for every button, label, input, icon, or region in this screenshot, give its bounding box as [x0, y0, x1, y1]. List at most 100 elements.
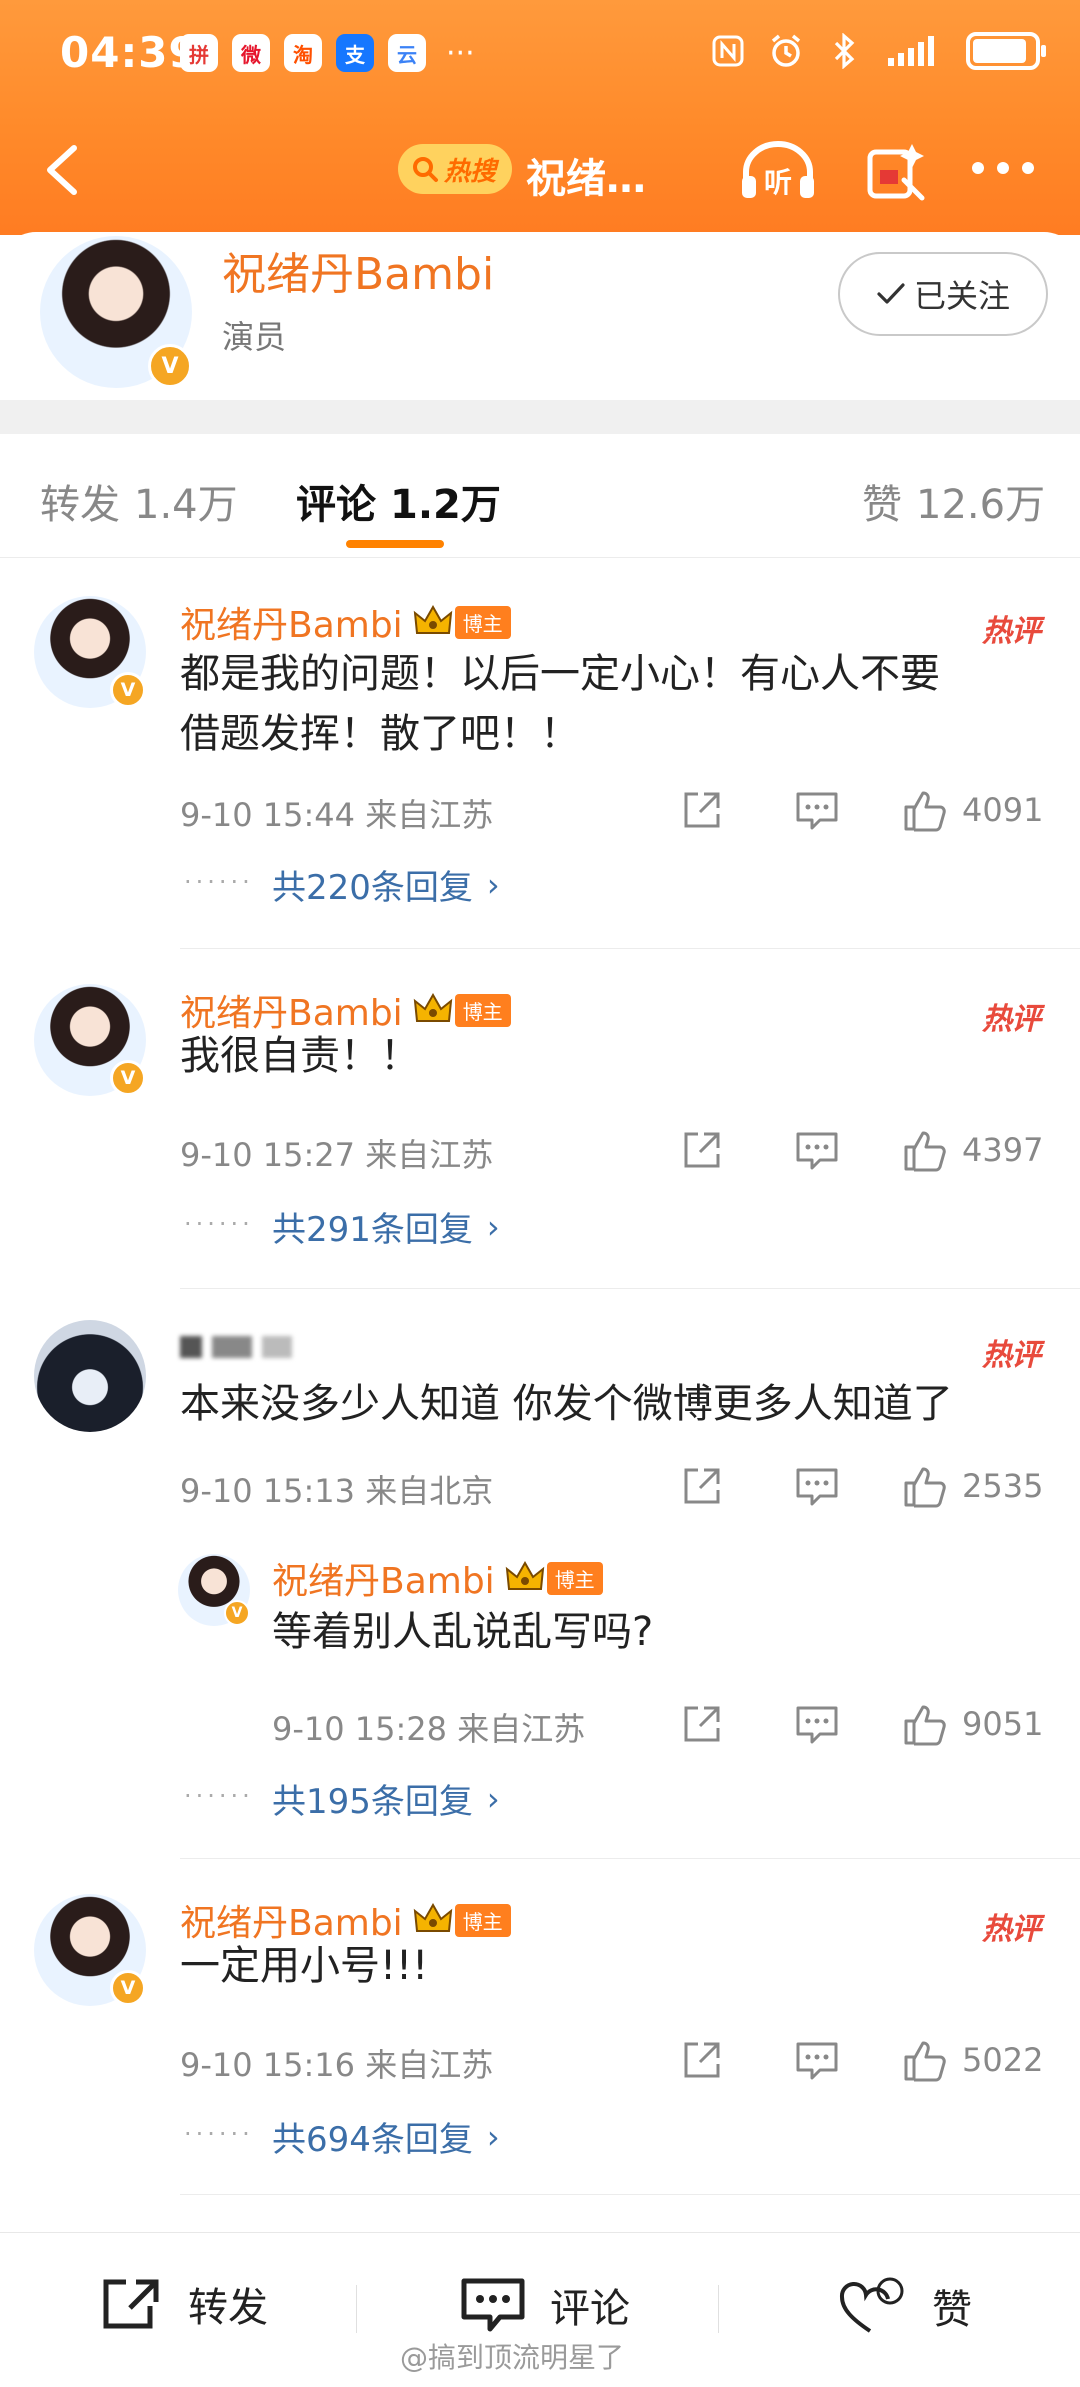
- bar-separator: [718, 2285, 719, 2333]
- comment-divider: [180, 1288, 1080, 1289]
- red-packet-icon[interactable]: [864, 136, 930, 202]
- reply-text: 等着别人乱说乱写吗?: [272, 1609, 654, 1655]
- taobao-app-icon: 淘: [284, 34, 322, 72]
- author-avatar[interactable]: V: [40, 236, 192, 388]
- comment-item: 热评 本来没多少人知道 你发个微博更多人知道了 9-10 15:13 来自北京 …: [0, 1320, 1080, 1860]
- share-button[interactable]: [680, 788, 724, 832]
- thumbs-up-icon: [904, 791, 946, 832]
- listen-headphones-icon[interactable]: 听: [738, 138, 818, 202]
- follow-button[interactable]: 已关注: [838, 252, 1048, 336]
- back-icon[interactable]: [38, 142, 88, 198]
- reply-button[interactable]: [794, 1128, 840, 1172]
- share-button[interactable]: [680, 1128, 724, 1172]
- comment-icon: [796, 1706, 838, 1744]
- tab-repost[interactable]: 转发 1.4万: [40, 472, 238, 530]
- tab-repost-count: 1.4万: [134, 482, 238, 528]
- author-name[interactable]: 祝绪丹Bambi: [222, 238, 494, 302]
- reply-meta: 9-10 15:28 来自江苏: [272, 1710, 586, 1748]
- page-title[interactable]: 祝绪…: [526, 146, 646, 204]
- comment-avatar[interactable]: [34, 1320, 146, 1432]
- battery-icon: [966, 32, 1046, 70]
- status-bar: 04:39 拼 微 淘 支 云 ···: [0, 0, 1080, 110]
- comment-text: 本来没多少人知道 你发个微博更多人知道了: [180, 1374, 953, 1434]
- reply-button[interactable]: [794, 1702, 840, 1746]
- comment-text: 一定用小号!!!: [180, 1936, 428, 1996]
- like-count: 5022: [962, 2041, 1044, 2079]
- comment-actions: 2535: [680, 1460, 1060, 1512]
- search-icon: [413, 157, 438, 182]
- comment-author[interactable]: 祝绪丹Bambi 博主: [180, 596, 511, 648]
- comment-icon: [796, 792, 838, 830]
- notification-icons: 拼 微 淘 支 云 ···: [180, 34, 475, 72]
- reply-author[interactable]: 祝绪丹Bambi 博主: [272, 1552, 603, 1604]
- like-button[interactable]: 9051: [902, 1701, 1043, 1747]
- verified-badge-icon: V: [110, 672, 146, 708]
- signal-icon: [884, 33, 944, 69]
- avatar-image: [34, 1320, 146, 1432]
- comment-avatar[interactable]: V: [34, 984, 146, 1096]
- tab-repost-label: 转发: [40, 482, 120, 528]
- comment-item: V 祝绪丹Bambi 博主 热评 都是我的问题！以后一定小心！有心人不要 借题发…: [0, 596, 1080, 949]
- share-icon: [684, 1468, 720, 1504]
- view-replies-link[interactable]: 共195条回复 ›: [272, 1774, 500, 1823]
- like-button[interactable]: 5022: [902, 2037, 1043, 2083]
- comment-label: 评论: [550, 2286, 630, 2332]
- blogger-tag: 博主: [546, 1561, 603, 1595]
- bar-separator: [356, 2285, 357, 2333]
- like-button[interactable]: 4397: [902, 1127, 1043, 1173]
- thumbs-up-icon: [904, 1131, 946, 1172]
- cloud-app-icon: 云: [388, 34, 426, 72]
- hot-comment-tag: 热评: [982, 614, 1041, 649]
- status-time: 04:39: [60, 28, 199, 77]
- comment-button[interactable]: 评论: [460, 2275, 630, 2335]
- author-card: V 祝绪丹Bambi 演员 已关注: [0, 232, 1080, 400]
- hot-comment-tag: 热评: [982, 1912, 1041, 1947]
- interaction-tabs: 转发 1.4万 评论 1.2万 赞 12.6万: [0, 434, 1080, 558]
- hot-search-pill[interactable]: 热搜: [398, 144, 513, 194]
- comment-icon: [796, 1468, 838, 1506]
- reply-dots: ······: [184, 1210, 254, 1238]
- like-count: 2535: [962, 1467, 1044, 1505]
- view-replies-link[interactable]: 共291条回复 ›: [272, 1202, 500, 1251]
- comment-actions: 4397: [680, 1124, 1060, 1176]
- watermark-text: @搞到顶流明星了: [400, 2341, 625, 2374]
- comment-actions: 4091: [680, 784, 1060, 836]
- like-button[interactable]: 4091: [902, 787, 1043, 833]
- share-button[interactable]: [680, 2038, 724, 2082]
- more-options-icon[interactable]: [968, 156, 1038, 180]
- comment-text-line: 我很自责！！: [180, 1033, 420, 1079]
- crown-icon: [413, 1903, 452, 1932]
- tab-comment-count: 1.2万: [390, 482, 501, 528]
- reply-button[interactable]: [794, 788, 840, 832]
- hot-comment-tag: 热评: [982, 1002, 1041, 1037]
- like-label: 赞: [932, 2287, 972, 2333]
- reply-avatar[interactable]: V: [178, 1554, 250, 1626]
- comment-avatar[interactable]: V: [34, 1894, 146, 2006]
- thumbs-up-icon: [904, 1705, 946, 1746]
- repost-button[interactable]: 转发: [100, 2275, 268, 2333]
- comment-divider: [180, 1858, 1080, 1859]
- share-icon: [684, 1706, 720, 1742]
- comment-author-name: 祝绪丹Bambi: [180, 605, 403, 646]
- view-replies-link[interactable]: 共220条回复 ›: [272, 860, 500, 909]
- view-replies-link[interactable]: 共694条回复 ›: [272, 2112, 500, 2161]
- header: 04:39 拼 微 淘 支 云 ··· 热搜 祝绪… 听: [0, 0, 1080, 235]
- verified-badge-icon: V: [224, 1600, 250, 1626]
- comment-author[interactable]: [180, 1336, 292, 1358]
- alarm-icon: [768, 33, 804, 69]
- comment-avatar[interactable]: V: [34, 596, 146, 708]
- like-button[interactable]: 2535: [902, 1463, 1043, 1509]
- view-replies-label: 共291条回复: [272, 1210, 473, 1250]
- share-button[interactable]: [680, 1702, 724, 1746]
- tab-comment[interactable]: 评论 1.2万: [296, 472, 501, 530]
- like-post-button[interactable]: 赞: [838, 2275, 972, 2337]
- comment-text-line: 本来没多少人知道 你发个微博更多人知道了: [180, 1381, 953, 1427]
- tab-like[interactable]: 赞 12.6万: [862, 472, 1045, 530]
- reply-button[interactable]: [794, 2038, 840, 2082]
- share-button[interactable]: [680, 1464, 724, 1508]
- reply-button[interactable]: [794, 1464, 840, 1508]
- weibo-app-icon: 微: [232, 34, 270, 72]
- crown-icon: [413, 993, 452, 1022]
- blogger-tag: 博主: [454, 993, 511, 1027]
- tab-comment-label: 评论: [296, 482, 376, 528]
